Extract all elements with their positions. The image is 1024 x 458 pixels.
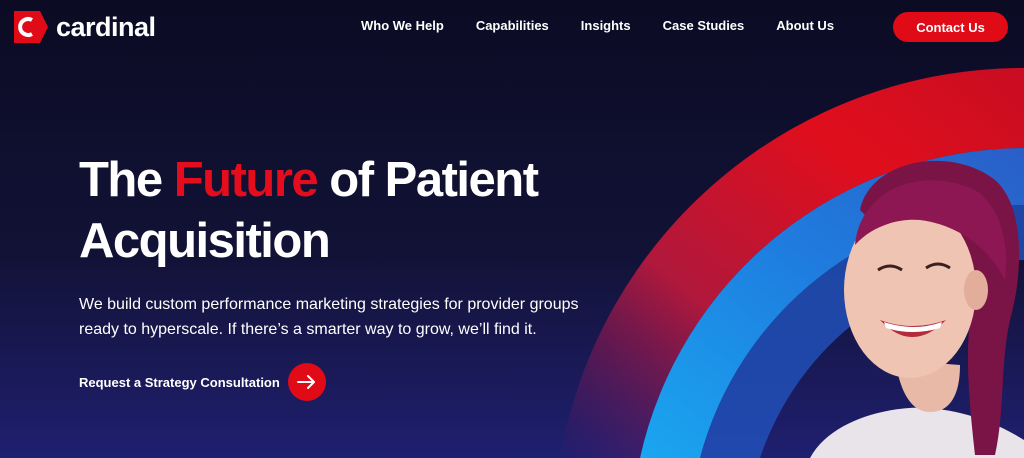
hero-subtitle: We build custom performance marketing st… xyxy=(79,296,579,338)
smiling-woman-photo xyxy=(810,160,1024,458)
nav-case-studies[interactable]: Case Studies xyxy=(663,18,745,33)
arrow-right-icon xyxy=(296,375,315,389)
strategy-consultation-cta[interactable]: Request a Strategy Consultation xyxy=(79,363,326,401)
main-nav: Who We Help Capabilities Insights Case S… xyxy=(361,18,834,33)
hero-title: The Future of Patient Acquisition xyxy=(79,150,599,272)
hero-title-part1: The xyxy=(79,153,174,207)
brand-name: cardinal xyxy=(56,11,156,42)
nav-capabilities[interactable]: Capabilities xyxy=(476,18,549,33)
nav-who-we-help[interactable]: Who We Help xyxy=(361,18,444,33)
cardinal-logo-icon xyxy=(14,11,48,43)
cta-label: Request a Strategy Consultation xyxy=(79,374,280,390)
hero-title-accent: Future xyxy=(173,153,319,207)
page: cardinal Who We Help Capabilities Insigh… xyxy=(0,0,1024,458)
contact-us-button[interactable]: Contact Us xyxy=(893,12,1008,42)
brand-logo[interactable]: cardinal xyxy=(10,7,156,47)
site-header: cardinal Who We Help Capabilities Insigh… xyxy=(0,0,1024,54)
cta-arrow-button[interactable] xyxy=(287,363,326,401)
nav-insights[interactable]: Insights xyxy=(581,18,631,33)
nav-about-us[interactable]: About Us xyxy=(776,18,834,33)
